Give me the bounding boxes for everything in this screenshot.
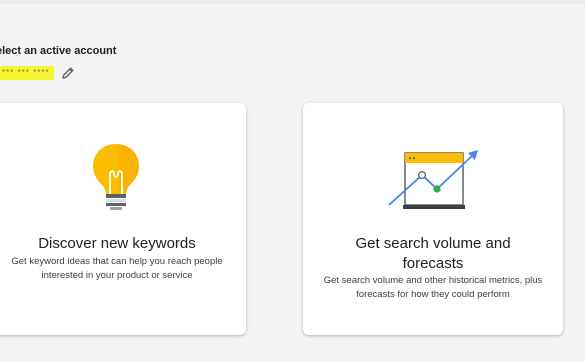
card-title: Discover new keywords <box>38 235 196 252</box>
card-title: Get search volume and forecasts <box>355 235 511 272</box>
search-volume-forecasts-card[interactable]: Get search volume and forecasts Get sear… <box>303 103 563 335</box>
card-description: Get keyword ideas that can help you reac… <box>11 256 223 281</box>
top-divider <box>0 0 585 4</box>
account-row: *** *** **** <box>0 65 75 81</box>
lightbulb-icon <box>93 144 139 210</box>
forecast-chart-icon <box>388 150 478 209</box>
discover-keywords-card[interactable]: Discover new keywords Get keyword ideas … <box>0 103 246 335</box>
pencil-icon[interactable] <box>61 66 75 80</box>
account-id: *** *** **** <box>0 66 54 80</box>
account-heading: elect an active account <box>0 45 117 57</box>
card-description: Get search volume and other historical m… <box>323 275 543 300</box>
